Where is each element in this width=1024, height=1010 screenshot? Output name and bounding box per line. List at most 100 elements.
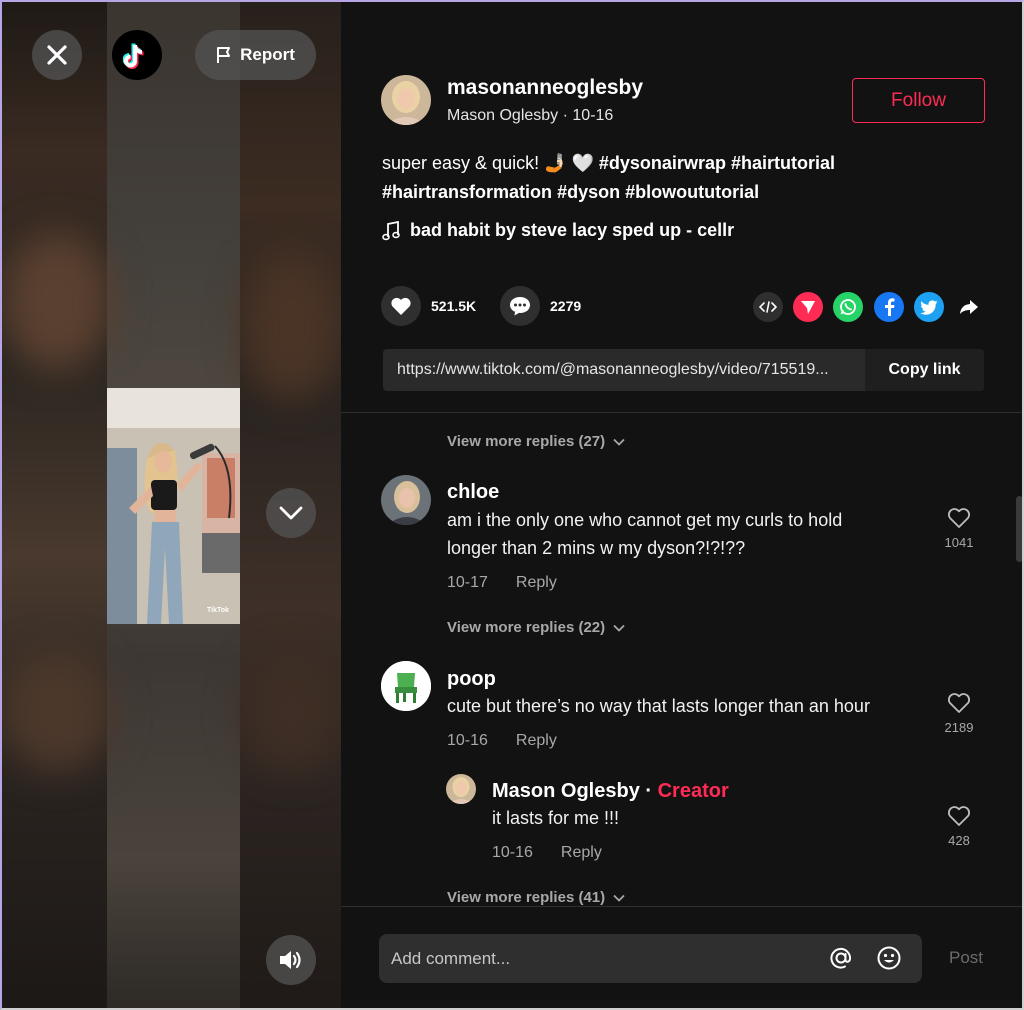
- chevron-down-icon: [279, 506, 303, 520]
- more-share-button[interactable]: [954, 292, 984, 322]
- author-display-name: Mason Oglesby: [447, 107, 559, 124]
- hashtag-link[interactable]: #dysonairwrap: [599, 153, 726, 173]
- comment-count: 2279: [550, 298, 582, 314]
- author-subline: Mason Oglesby · 10-16: [447, 107, 614, 124]
- flag-icon: [217, 47, 231, 63]
- embed-button[interactable]: [753, 292, 783, 322]
- reply-button[interactable]: Reply: [561, 844, 602, 862]
- facebook-share-button[interactable]: [874, 292, 904, 322]
- view-more-replies-button[interactable]: View more replies (27): [447, 433, 625, 450]
- volume-button[interactable]: [266, 935, 316, 985]
- comment-text-line: am i the only one who cannot get my curl…: [447, 510, 843, 530]
- post-date: 10-16: [572, 107, 614, 124]
- video-thumbnail[interactable]: TikTok: [107, 388, 240, 624]
- comment-like-button[interactable]: 428: [939, 805, 979, 848]
- music-title: bad habit by steve lacy sped up - cellr: [410, 220, 735, 240]
- comment-like-button[interactable]: 1041: [939, 507, 979, 550]
- commenter-avatar-image: [381, 475, 431, 525]
- emoji-icon[interactable]: [876, 945, 902, 971]
- whatsapp-share-button[interactable]: [833, 292, 863, 322]
- reply-author-name[interactable]: Mason Oglesby: [492, 780, 640, 802]
- share-arrow-icon: [960, 300, 978, 314]
- comment-icon: [510, 297, 530, 316]
- section-divider: [341, 412, 1022, 413]
- comment-like-button[interactable]: 2189: [939, 692, 979, 735]
- music-note-icon: [382, 220, 400, 240]
- hashtag-link[interactable]: #dyson: [557, 182, 620, 202]
- hashtag-link[interactable]: #hairtutorial: [731, 153, 835, 173]
- heart-icon: [948, 508, 970, 528]
- comments-scrollbar[interactable]: [1016, 496, 1022, 562]
- like-count: 521.5K: [431, 298, 477, 314]
- comment-button[interactable]: [500, 286, 540, 326]
- comment-input-placeholder: Add comment...: [391, 948, 511, 968]
- whatsapp-icon: [840, 299, 856, 315]
- commenter-avatar[interactable]: [381, 661, 431, 711]
- twitter-share-button[interactable]: [914, 292, 944, 322]
- comment-like-count: 2189: [944, 720, 974, 735]
- video-blur-left: [2, 2, 107, 1008]
- share-link-url[interactable]: https://www.tiktok.com/@masonanneoglesby…: [383, 361, 865, 379]
- view-more-replies-button[interactable]: View more replies (22): [447, 619, 625, 636]
- reply-text: it lasts for me !!!: [492, 808, 620, 828]
- report-label: Report: [240, 45, 295, 64]
- comment-author[interactable]: poop: [447, 668, 496, 691]
- reply-date: 10-16: [492, 844, 533, 861]
- comment-author[interactable]: chloe: [447, 481, 499, 504]
- view-more-replies-button[interactable]: View more replies (41): [447, 889, 625, 906]
- volume-icon: [280, 951, 301, 969]
- like-button[interactable]: [381, 286, 421, 326]
- comment-stat: 2279: [500, 286, 581, 326]
- tiktok-logo-icon: [123, 43, 144, 69]
- video-blur-blob: [242, 652, 341, 772]
- author-avatar-image: [381, 75, 431, 125]
- composer-icons: [828, 945, 902, 971]
- post-button[interactable]: Post: [949, 948, 983, 968]
- video-player[interactable]: Report TikTok: [2, 2, 341, 1008]
- twitter-icon: [920, 299, 938, 315]
- video-frame-image: TikTok: [107, 388, 240, 624]
- comment-text: cute but there’s no way that lasts longe…: [447, 696, 870, 716]
- svg-text:TikTok: TikTok: [207, 607, 229, 614]
- heart-icon: [948, 693, 970, 713]
- view-more-replies-label: View more replies (27): [447, 433, 606, 450]
- video-blur-blob: [2, 652, 112, 772]
- report-button[interactable]: Report: [195, 30, 316, 80]
- close-icon: [47, 45, 67, 65]
- author-username[interactable]: masonanneoglesby: [447, 76, 643, 100]
- hashtag-link[interactable]: #blowoututorial: [625, 182, 759, 202]
- comment-input[interactable]: Add comment...: [379, 934, 922, 983]
- chevron-down-icon: [613, 438, 625, 446]
- details-panel: masonanneoglesby Mason Oglesby · 10-16 F…: [341, 2, 1022, 1008]
- chevron-down-icon: [613, 894, 625, 902]
- comment-date: 10-16: [447, 732, 488, 749]
- close-button[interactable]: [32, 30, 82, 80]
- follow-button[interactable]: Follow: [852, 78, 985, 123]
- like-stat: 521.5K: [381, 286, 476, 326]
- hashtag-link[interactable]: #hairtransformation: [382, 182, 552, 202]
- creator-badge: Creator: [657, 780, 729, 802]
- music-link[interactable]: bad habit by steve lacy sped up - cellr: [382, 220, 734, 241]
- name-separator: ·: [639, 780, 658, 802]
- tiktok-logo[interactable]: [112, 30, 162, 80]
- comment-meta: 10-17 Reply: [447, 574, 557, 592]
- reply-avatar[interactable]: [446, 774, 476, 804]
- send-to-friends-button[interactable]: [793, 292, 823, 322]
- copy-link-button[interactable]: Copy link: [865, 349, 984, 391]
- comment-date: 10-17: [447, 574, 488, 591]
- next-video-button[interactable]: [266, 488, 316, 538]
- reply-button[interactable]: Reply: [516, 574, 557, 592]
- reply-avatar-image: [446, 774, 476, 804]
- comment-meta: 10-16 Reply: [447, 732, 557, 750]
- comment-text: am i the only one who cannot get my curl…: [447, 506, 842, 562]
- comment-text-line: longer than 2 mins w my dyson?!?!??: [447, 538, 746, 558]
- view-more-replies-label: View more replies (22): [447, 619, 606, 636]
- share-link-box: https://www.tiktok.com/@masonanneoglesby…: [383, 349, 984, 391]
- video-blur-blob: [242, 252, 341, 402]
- send-icon: [801, 301, 815, 314]
- app-window: Report TikTok masonanneoglesby Mason Ogl…: [0, 0, 1024, 1010]
- at-mention-icon[interactable]: [828, 945, 854, 971]
- commenter-avatar[interactable]: [381, 475, 431, 525]
- reply-button[interactable]: Reply: [516, 732, 557, 750]
- author-avatar[interactable]: [381, 75, 431, 125]
